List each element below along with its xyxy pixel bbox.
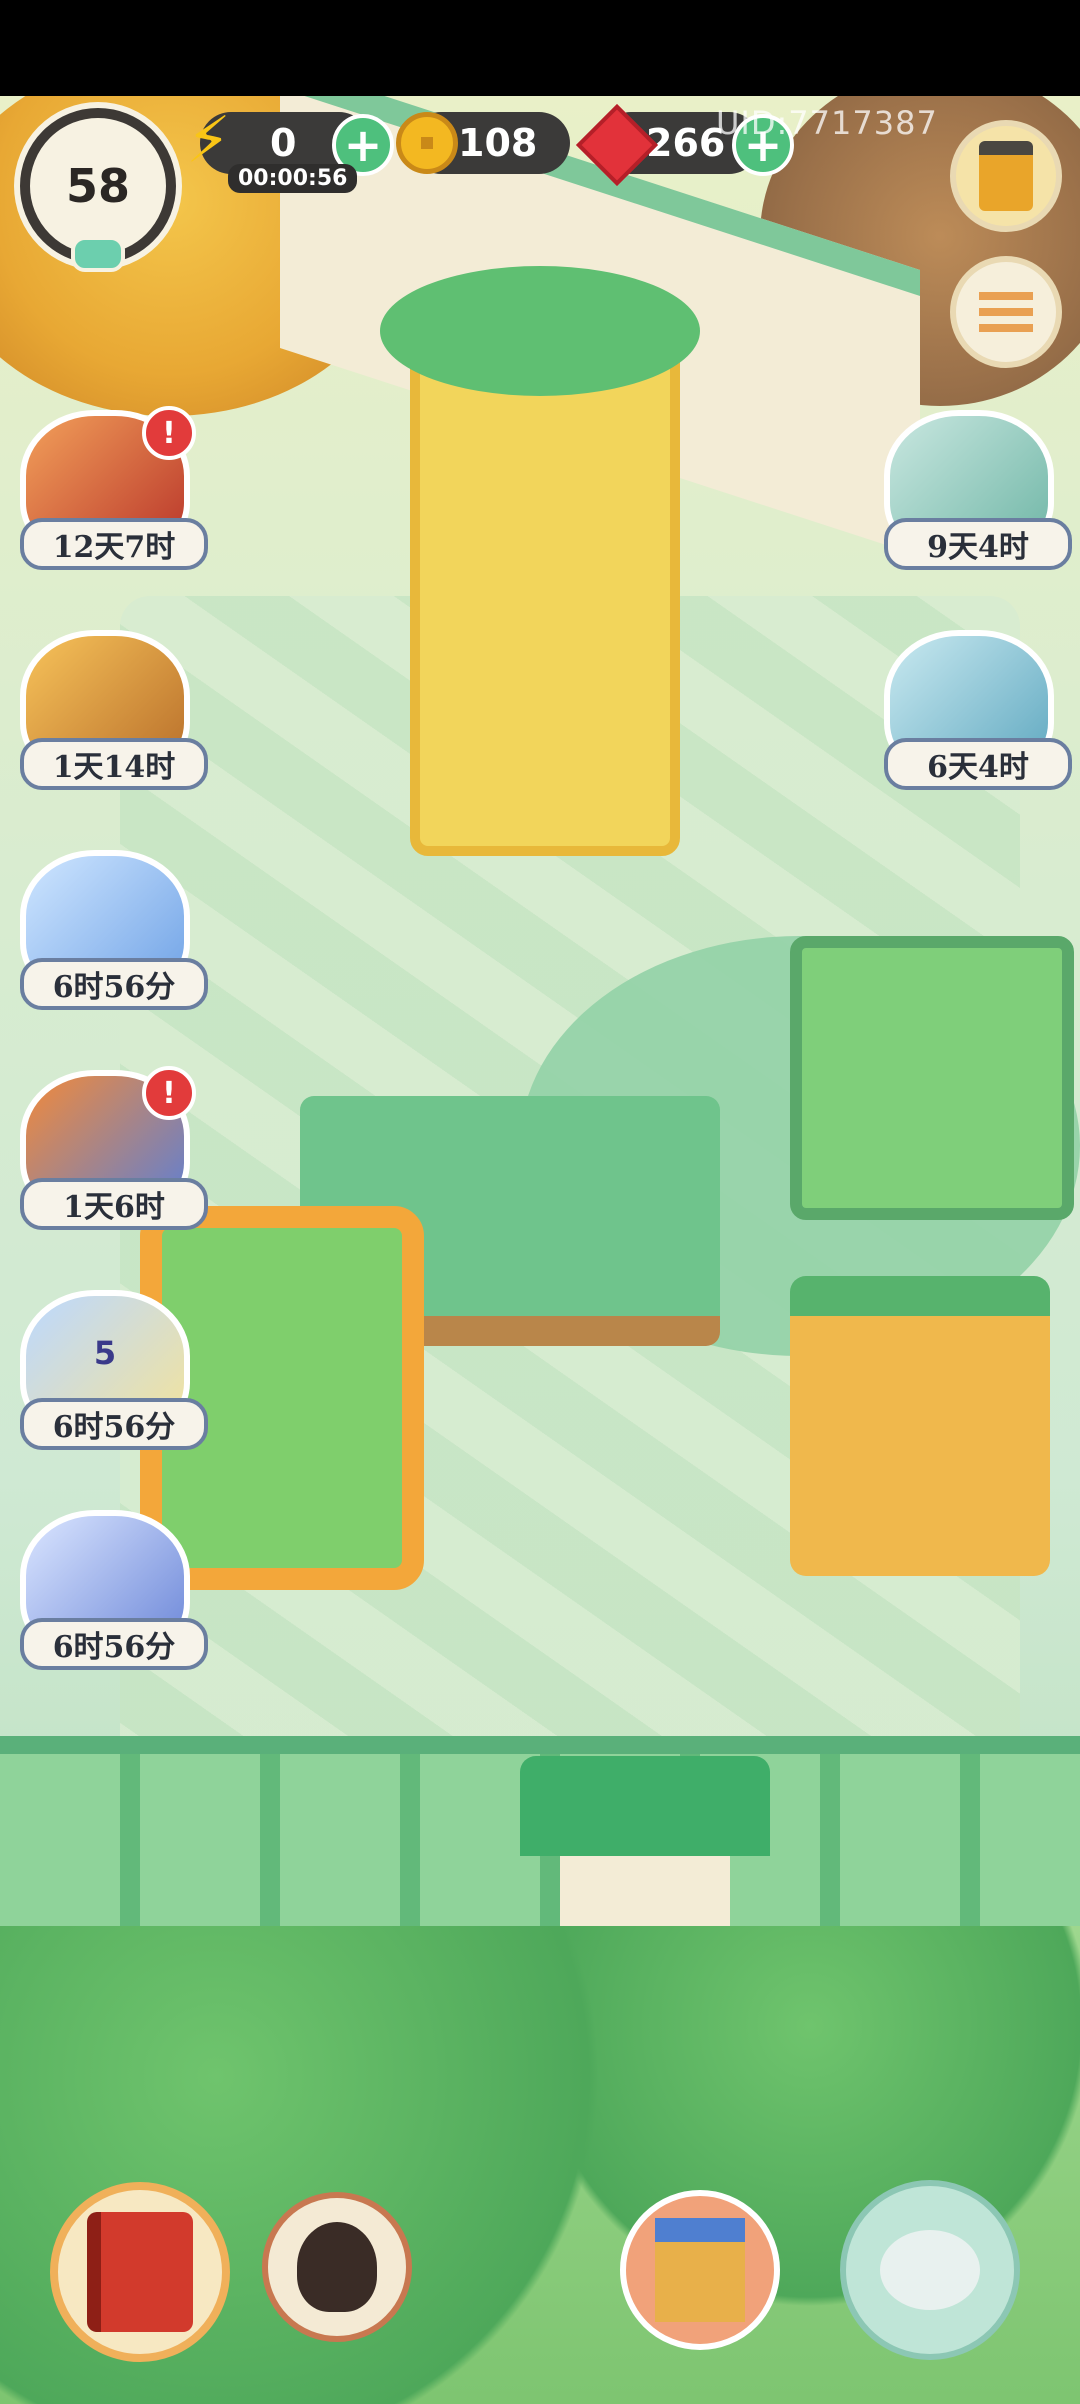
event-timer: 6时56分 [20, 1398, 208, 1450]
event-timer: 1天14时 [20, 738, 208, 790]
alert-icon: ! [142, 1066, 196, 1120]
level-badge [71, 236, 125, 272]
bamboo-bed[interactable] [790, 936, 1074, 1220]
event-snowman[interactable]: 6时56分 [20, 850, 208, 1010]
character-icon [297, 2222, 377, 2312]
menu-button[interactable] [950, 256, 1062, 368]
player-level[interactable]: 58 [20, 108, 176, 272]
event-book[interactable]: ! 12天7时 [20, 406, 208, 570]
energy-timer: 00:00:56 [228, 164, 358, 193]
teapot-button[interactable] [840, 2180, 1020, 2360]
event-cat-bath[interactable]: 9天4时 [884, 410, 1072, 570]
coin-value: 108 [458, 121, 538, 165]
book-button[interactable] [50, 2182, 230, 2362]
event-timer: 1天6时 [20, 1178, 208, 1230]
status-bar [0, 0, 1080, 96]
menu-icon [979, 292, 1033, 300]
teapot-icon [880, 2230, 980, 2310]
coin-icon [396, 112, 458, 174]
event-warrior[interactable]: ! 1天6时 [20, 1066, 208, 1230]
gem-value: 266 [646, 121, 726, 165]
plant-shelf[interactable] [380, 266, 700, 856]
event-timer: 6时56分 [20, 958, 208, 1010]
book-icon [87, 2212, 193, 2332]
event-timer: 6天4时 [884, 738, 1072, 790]
event-timer: 12天7时 [20, 518, 208, 570]
abacus-counter[interactable] [790, 1276, 1050, 1576]
event-swordsman[interactable]: 6时56分 [20, 1510, 208, 1670]
shop-button[interactable] [620, 2190, 780, 2350]
alert-icon: ! [142, 406, 196, 460]
event-timer: 6时56分 [20, 1618, 208, 1670]
shop-icon [655, 2218, 745, 2322]
character-button[interactable] [262, 2192, 412, 2342]
event-cat-box[interactable]: 6天4时 [884, 630, 1072, 790]
lantern-icon [979, 141, 1033, 211]
user-id: UID:7717387 [716, 104, 938, 142]
lantern-button[interactable] [950, 120, 1062, 232]
level-number: 58 [65, 159, 130, 213]
lotus-count: 5 [93, 1334, 117, 1372]
lightning-icon: ⚡ [186, 104, 231, 178]
energy-value: 0 [270, 121, 297, 165]
event-timer: 9天4时 [884, 518, 1072, 570]
event-lotus[interactable]: 5 6时56分 [20, 1290, 208, 1450]
event-treasure[interactable]: 1天14时 [20, 630, 208, 790]
